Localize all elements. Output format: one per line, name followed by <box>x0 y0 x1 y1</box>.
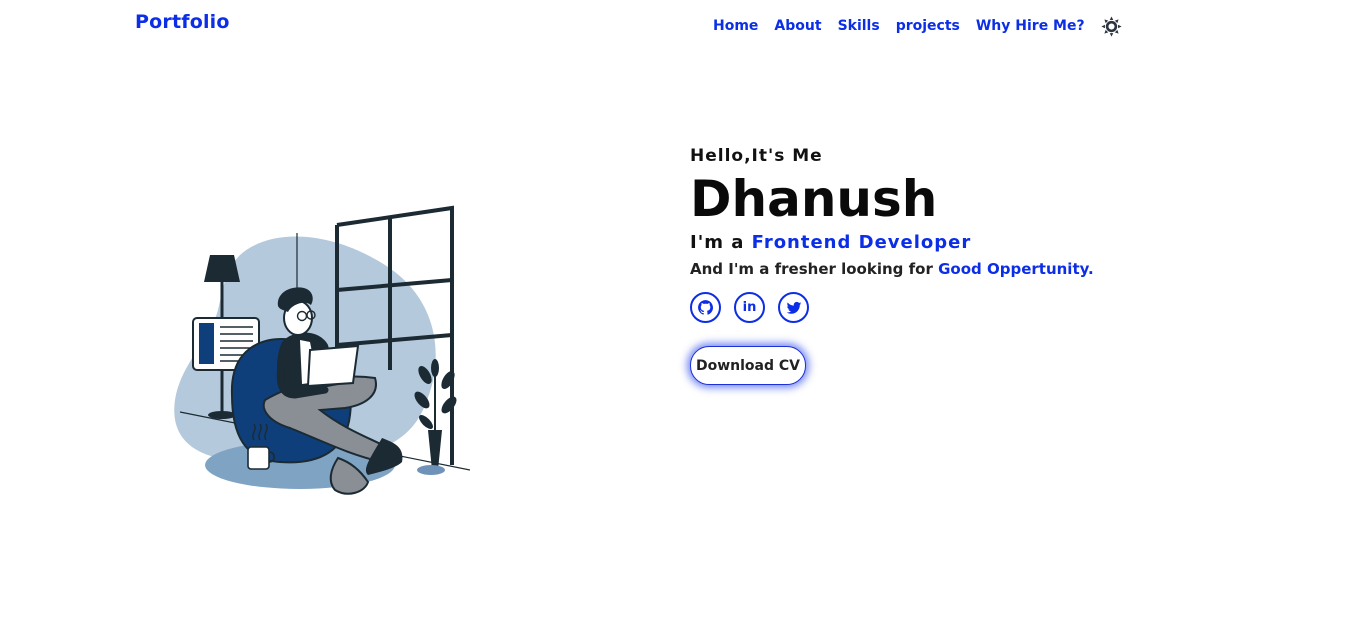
linkedin-icon[interactable]: in <box>734 292 765 323</box>
nav-about[interactable]: About <box>774 18 821 34</box>
nav-why-hire[interactable]: Why Hire Me? <box>976 18 1085 34</box>
hero-section: Hello,It's Me Dhanush I'm a Frontend Dev… <box>690 146 1250 385</box>
hero-illustration <box>170 200 471 505</box>
role-line: I'm a Frontend Developer <box>690 232 1250 253</box>
portfolio-page: Portfolio Home About Skills projects Why… <box>0 0 1345 636</box>
hero-name: Dhanush <box>690 170 938 228</box>
github-icon[interactable] <box>690 292 721 323</box>
greeting-text: Hello,It's Me <box>690 146 823 166</box>
nav-home[interactable]: Home <box>713 18 758 34</box>
role-prefix: I'm a <box>690 232 745 253</box>
main-nav: Home About Skills projects Why Hire Me? <box>713 15 1123 37</box>
subtitle-highlight: Good Oppertunity. <box>938 260 1094 278</box>
developer-illustration-icon <box>174 205 471 495</box>
social-links: in <box>690 292 1250 323</box>
subtitle-prefix: And I'm a fresher looking for <box>690 260 933 278</box>
twitter-icon[interactable] <box>778 292 809 323</box>
role-highlight: Frontend Developer <box>751 232 972 253</box>
download-cv-button[interactable]: Download CV <box>690 346 806 385</box>
subtitle-line: And I'm a fresher looking for Good Opper… <box>690 260 1250 278</box>
brand-logo[interactable]: Portfolio <box>135 11 230 33</box>
theme-toggle-icon[interactable] <box>1101 15 1123 37</box>
nav-skills[interactable]: Skills <box>838 18 880 34</box>
nav-projects[interactable]: projects <box>896 18 960 34</box>
